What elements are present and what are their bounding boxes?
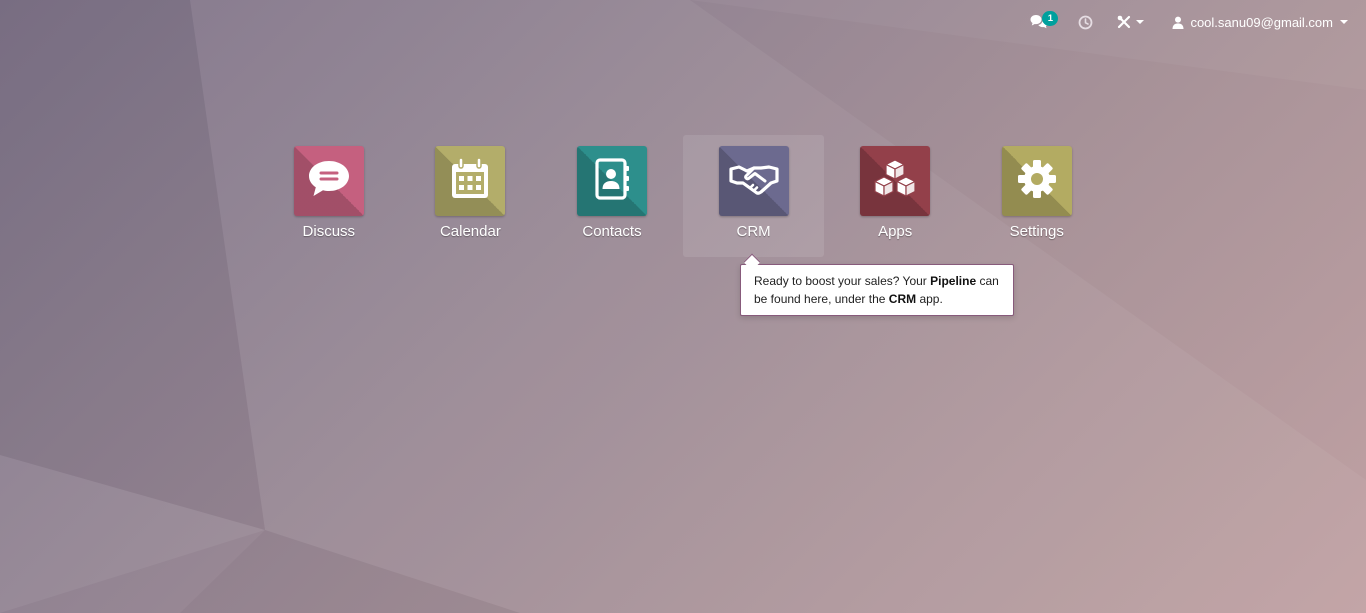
app-crm[interactable]: CRM [682, 135, 825, 257]
app-settings[interactable]: Settings [966, 135, 1108, 257]
app-label: CRM [736, 223, 771, 240]
app-icon-tile [576, 146, 647, 216]
app-icon-tile [293, 146, 364, 216]
clock-icon [1078, 15, 1093, 30]
tools-icon [1117, 15, 1131, 29]
messages-count-badge: 1 [1042, 11, 1059, 26]
app-label: Calendar [439, 223, 501, 240]
calendar-icon [449, 156, 491, 206]
chevron-down-icon [1340, 20, 1348, 24]
chevron-down-icon [1136, 20, 1145, 24]
background [0, 0, 1366, 613]
tooltip-text: Ready to boost your sales? Your [754, 274, 931, 288]
tooltip-bold-pipeline: Pipeline [930, 274, 977, 288]
messages-button[interactable]: 1 [1018, 0, 1060, 44]
chat-bubble-icon [306, 158, 352, 205]
user-menu[interactable]: cool.sanu09@gmail.com [1156, 0, 1366, 44]
crm-tooltip: Ready to boost your sales? Your Pipeline… [740, 264, 1014, 316]
app-icon-tile [435, 146, 506, 216]
gear-icon [1016, 158, 1058, 205]
debug-tools-button[interactable] [1105, 0, 1156, 44]
address-book-icon [592, 157, 632, 206]
app-label: Apps [878, 223, 913, 240]
app-label: Discuss [302, 223, 356, 240]
tooltip-text: app. [916, 291, 943, 306]
app-apps[interactable]: Apps [824, 135, 966, 257]
cubes-icon [872, 158, 918, 205]
user-email: cool.sanu09@gmail.com [1190, 14, 1333, 30]
app-discuss[interactable]: Discuss [258, 135, 400, 257]
app-contacts[interactable]: Contacts [541, 135, 683, 257]
app-label: Settings [1009, 223, 1064, 240]
app-icon-tile [1001, 146, 1072, 216]
user-icon [1172, 16, 1184, 29]
app-icon-tile [718, 146, 789, 216]
app-icon-tile [860, 146, 931, 216]
tooltip-bold-crm: CRM [888, 291, 917, 306]
app-label: Contacts [582, 223, 642, 240]
app-calendar[interactable]: Calendar [400, 135, 542, 257]
app-grid: Discuss Calendar Contacts CRM Apps Setti… [258, 135, 1108, 257]
top-bar: 1 cool.sanu09@gmail.com [1018, 0, 1366, 44]
handshake-icon [728, 161, 779, 202]
activities-button[interactable] [1066, 0, 1105, 44]
